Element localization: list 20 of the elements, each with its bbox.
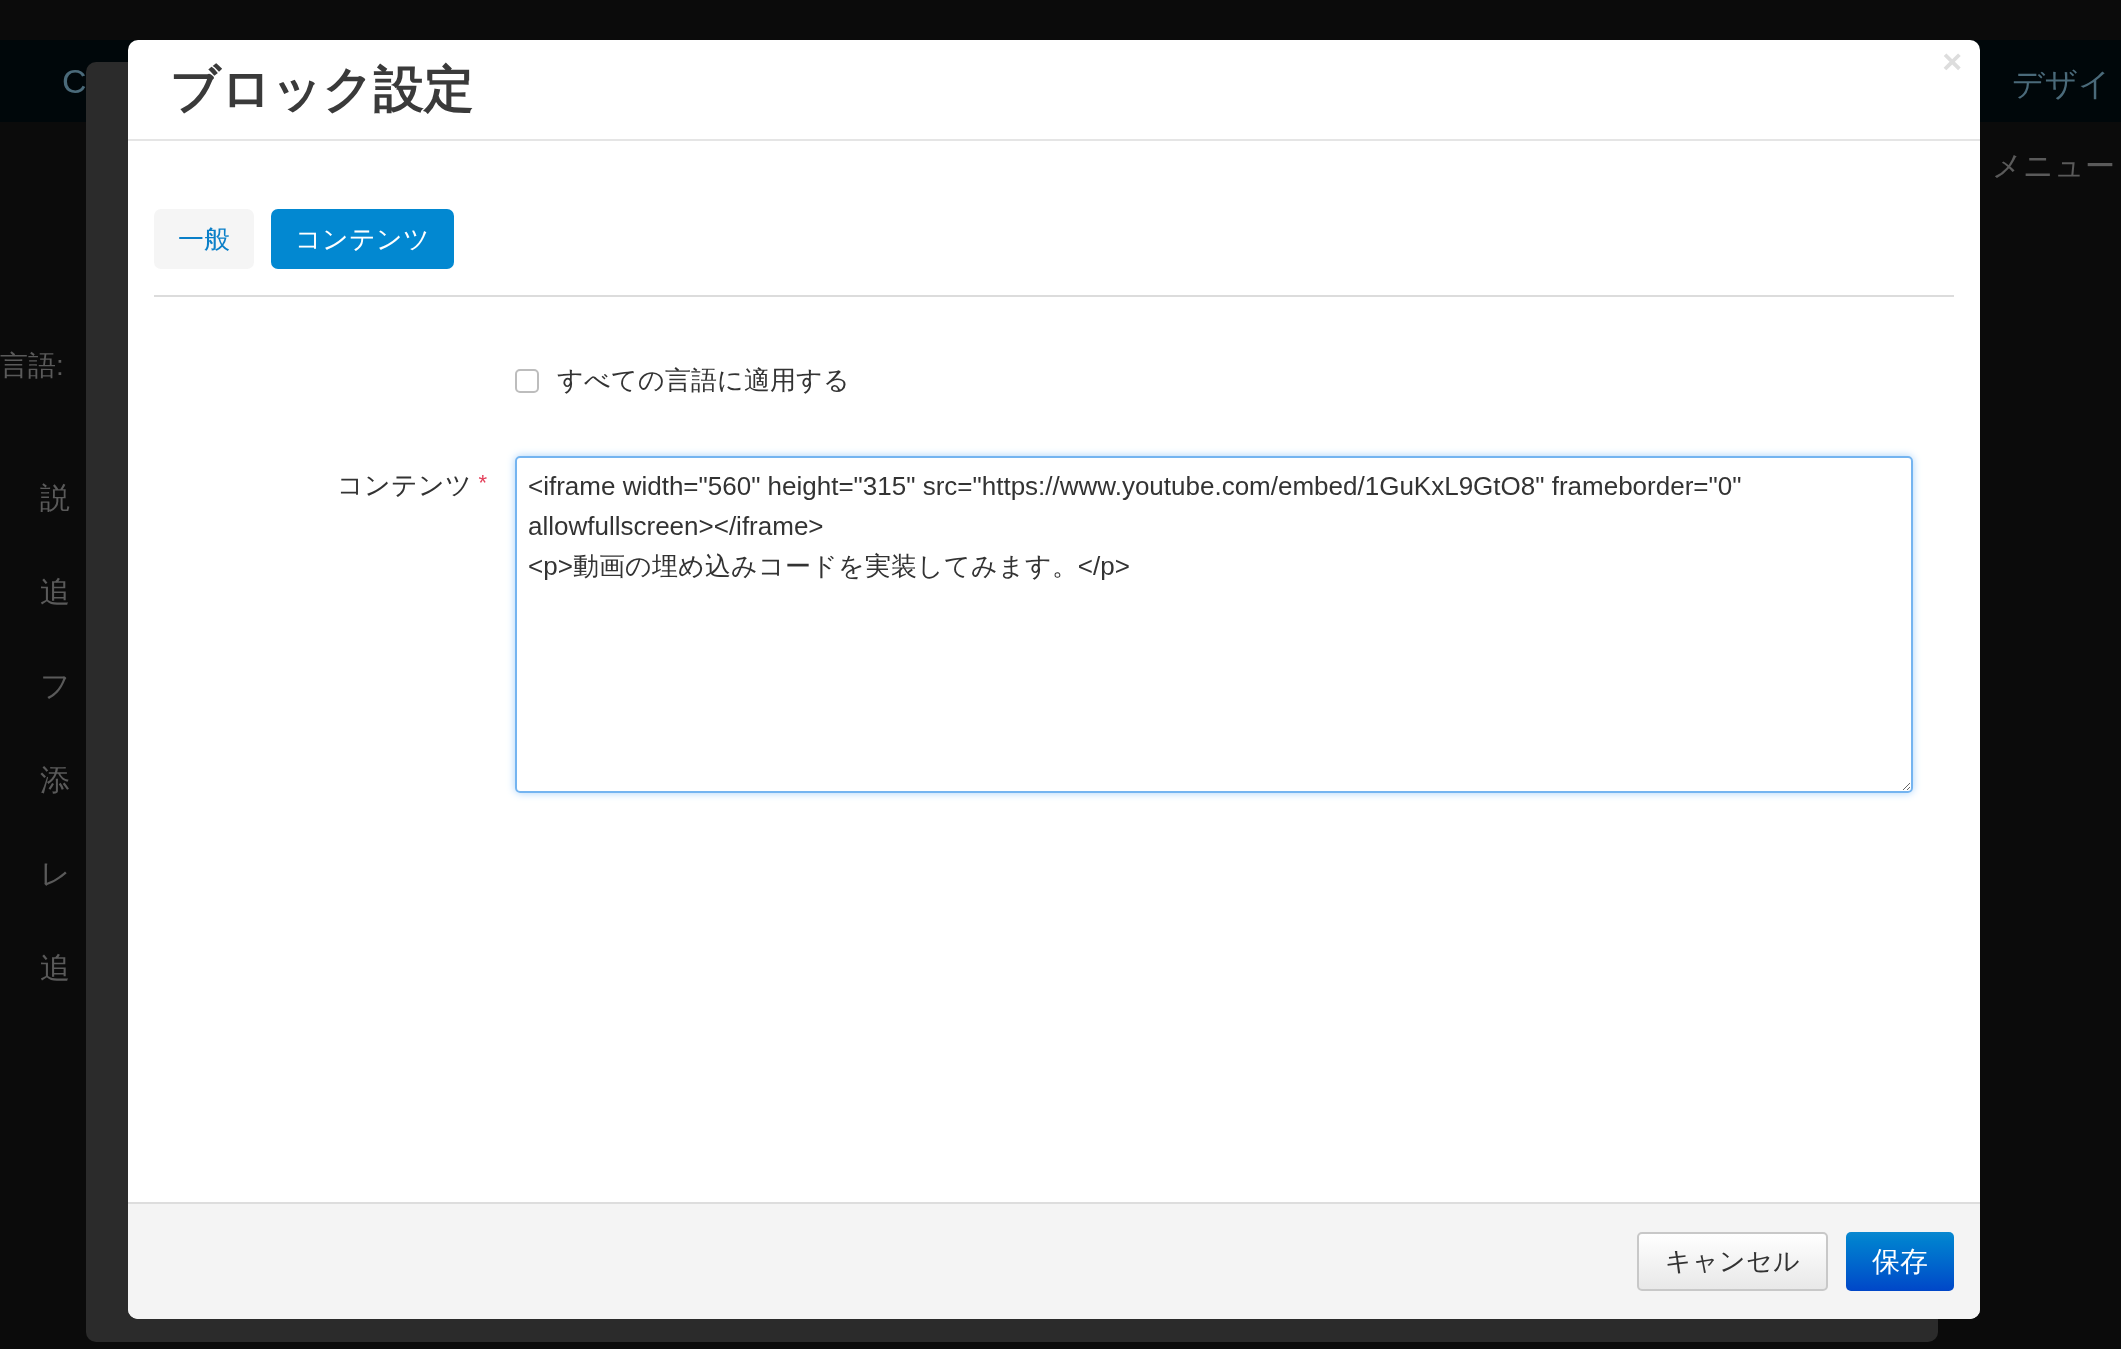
tab[interactable]: コンテンツ [271, 209, 454, 269]
sidebar-text: フ [40, 668, 71, 704]
sidebar-text: 説 [40, 480, 71, 516]
header-text: C [62, 60, 87, 102]
sidebar-text: 言語: [0, 349, 65, 383]
tab[interactable]: 一般 [154, 209, 254, 269]
menu-text: メニュー [1992, 148, 2115, 184]
checkbox-label: すべての言語に適用する [557, 364, 850, 397]
cancel-button[interactable]: キャンセル [1637, 1232, 1828, 1291]
sidebar-text: 添 [40, 762, 71, 798]
sidebar-text: レ [40, 856, 71, 892]
sidebar-text: 追 [40, 950, 71, 986]
sidebar-text: 追 [40, 574, 71, 610]
save-button[interactable]: 保存 [1846, 1232, 1954, 1291]
field-label: コンテンツ [337, 469, 473, 502]
menu-text[interactable]: デザイ [2012, 60, 2111, 108]
dialog-title: ブロック設定 [170, 60, 474, 119]
required-mark: * [478, 469, 487, 497]
checkbox[interactable] [515, 368, 539, 393]
content-textarea[interactable]: <iframe width="560" height="315" src="https://www.youtube.com/embed/1GuKxL9GtO8" frameborder="0" allowfullscreen></iframe> <p>動画の埋め込みコードを実装してみます。</p> [515, 456, 1913, 793]
